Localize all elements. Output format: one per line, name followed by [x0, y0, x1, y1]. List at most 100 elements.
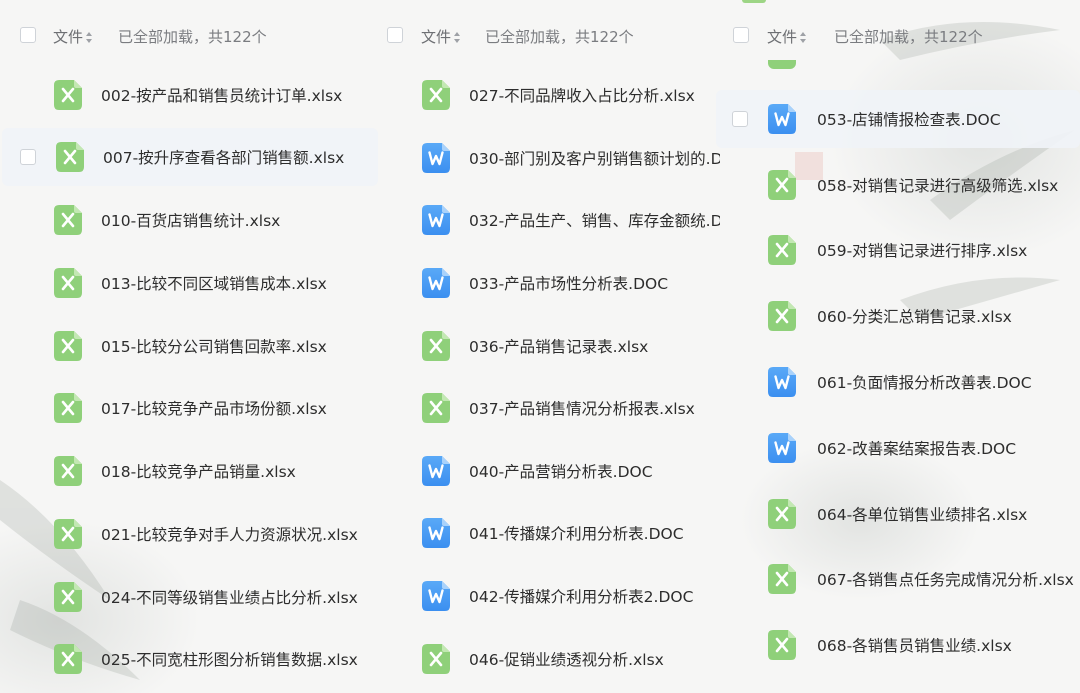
- file-row[interactable]: 062-改善案结案报告表.DOC: [716, 419, 1080, 477]
- excel-file-icon: [768, 630, 796, 660]
- file-row[interactable]: 060-分类汇总销售记录.xlsx: [716, 287, 1080, 345]
- file-row[interactable]: 013-比较不同区域销售成本.xlsx: [0, 254, 378, 312]
- excel-file-icon: [54, 644, 82, 674]
- file-row[interactable]: 059-对销售记录进行排序.xlsx: [716, 221, 1080, 279]
- file-name[interactable]: 025-不同宽柱形图分析销售数据.xlsx: [101, 648, 358, 670]
- file-row-checkbox[interactable]: [732, 111, 748, 127]
- file-row[interactable]: 041-传播媒介利用分析表.DOC: [378, 504, 720, 562]
- file-name[interactable]: 013-比较不同区域销售成本.xlsx: [101, 272, 327, 294]
- file-row[interactable]: 015-比较分公司销售回款率.xlsx: [0, 317, 378, 375]
- list-header: 文件 已全部加载，共122个: [378, 24, 720, 48]
- file-row[interactable]: 024-不同等级销售业绩占比分析.xlsx: [0, 568, 378, 626]
- file-row[interactable]: 021-比较竞争对手人力资源状况.xlsx: [0, 505, 378, 563]
- file-row[interactable]: 040-产品营销分析表.DOC: [378, 442, 720, 500]
- file-row[interactable]: 018-比较竞争产品销量.xlsx: [0, 442, 378, 500]
- file-row[interactable]: 037-产品销售情况分析报表.xlsx: [378, 379, 720, 437]
- file-name[interactable]: 007-按升序查看各部门销售额.xlsx: [103, 146, 344, 168]
- word-file-icon: [422, 581, 450, 611]
- excel-file-icon: [768, 564, 796, 594]
- file-row[interactable]: 025-不同宽柱形图分析销售数据.xlsx: [0, 630, 378, 688]
- sort-icon[interactable]: [86, 32, 93, 43]
- file-name[interactable]: 033-产品市场性分析表.DOC: [469, 272, 720, 294]
- file-row[interactable]: 030-部门别及客户别销售额计划的.DOC: [378, 129, 720, 187]
- excel-file-icon: [54, 268, 82, 298]
- file-row-checkbox[interactable]: [20, 149, 36, 165]
- file-row[interactable]: 042-传播媒介利用分析表2.DOC: [378, 567, 720, 625]
- list-header: 文件 已全部加载，共122个: [716, 24, 1080, 48]
- file-row[interactable]: 061-负面情报分析改善表.DOC: [716, 353, 1080, 411]
- file-name[interactable]: 032-产品生产、销售、库存金额统.DOC: [469, 209, 720, 231]
- file-name[interactable]: 068-各销售员销售业绩.xlsx: [817, 634, 1012, 656]
- file-name[interactable]: 040-产品营销分析表.DOC: [469, 460, 720, 482]
- file-name[interactable]: 010-百货店销售统计.xlsx: [101, 209, 280, 231]
- excel-file-icon: [422, 644, 450, 674]
- file-row[interactable]: 033-产品市场性分析表.DOC: [378, 254, 720, 312]
- file-row[interactable]: 064-各单位销售业绩排名.xlsx: [716, 485, 1080, 543]
- file-column-label: 文件: [421, 28, 452, 46]
- word-file-icon: [422, 268, 450, 298]
- excel-file-icon: [54, 456, 82, 486]
- file-row[interactable]: 053-店铺情报检查表.DOC: [716, 90, 1080, 148]
- file-name[interactable]: 036-产品销售记录表.xlsx: [469, 335, 720, 357]
- file-column-header[interactable]: 文件: [53, 26, 93, 47]
- file-name[interactable]: 059-对销售记录进行排序.xlsx: [817, 239, 1027, 261]
- sort-icon[interactable]: [800, 32, 807, 43]
- excel-file-icon: [54, 205, 82, 235]
- file-row[interactable]: 017-比较竞争产品市场份额.xlsx: [0, 379, 378, 437]
- word-file-icon: [422, 518, 450, 548]
- file-name[interactable]: 030-部门别及客户别销售额计划的.DOC: [469, 147, 720, 169]
- file-name[interactable]: 067-各销售点任务完成情况分析.xlsx: [817, 568, 1074, 590]
- file-row[interactable]: 058-对销售记录进行高级筛选.xlsx: [716, 156, 1080, 214]
- file-row[interactable]: 068-各销售员销售业绩.xlsx: [716, 616, 1080, 674]
- partial-file-icon: [768, 60, 796, 69]
- file-row[interactable]: 010-百货店销售统计.xlsx: [0, 191, 378, 249]
- file-name[interactable]: 017-比较竞争产品市场份额.xlsx: [101, 397, 327, 419]
- word-file-icon: [422, 205, 450, 235]
- load-status: 已全部加载，共122个: [118, 28, 267, 46]
- file-name[interactable]: 060-分类汇总销售记录.xlsx: [817, 305, 1012, 327]
- file-name[interactable]: 027-不同品牌收入占比分析.xlsx: [469, 84, 720, 106]
- file-name[interactable]: 058-对销售记录进行高级筛选.xlsx: [817, 174, 1058, 196]
- excel-file-icon: [54, 393, 82, 423]
- file-name[interactable]: 018-比较竞争产品销量.xlsx: [101, 460, 296, 482]
- file-row[interactable]: 027-不同品牌收入占比分析.xlsx: [378, 66, 720, 124]
- load-status: 已全部加载，共122个: [834, 28, 983, 46]
- word-file-icon: [768, 433, 796, 463]
- file-name[interactable]: 037-产品销售情况分析报表.xlsx: [469, 397, 720, 419]
- file-name[interactable]: 015-比较分公司销售回款率.xlsx: [101, 335, 327, 357]
- excel-file-icon: [768, 235, 796, 265]
- list-header: 文件 已全部加载，共122个: [0, 24, 378, 48]
- file-column-label: 文件: [767, 28, 798, 46]
- file-name[interactable]: 064-各单位销售业绩排名.xlsx: [817, 503, 1027, 525]
- file-row[interactable]: 007-按升序查看各部门销售额.xlsx: [2, 128, 378, 186]
- file-name[interactable]: 041-传播媒介利用分析表.DOC: [469, 522, 720, 544]
- file-row[interactable]: 067-各销售点任务完成情况分析.xlsx: [716, 550, 1080, 608]
- file-name[interactable]: 053-店铺情报检查表.DOC: [817, 108, 1001, 130]
- excel-file-icon: [54, 331, 82, 361]
- word-file-icon: [768, 104, 796, 134]
- file-column-header[interactable]: 文件: [421, 26, 461, 47]
- select-all-checkbox[interactable]: [387, 27, 403, 43]
- select-all-checkbox[interactable]: [733, 27, 749, 43]
- excel-file-icon: [54, 80, 82, 110]
- file-name[interactable]: 021-比较竞争对手人力资源状况.xlsx: [101, 523, 358, 545]
- excel-file-icon: [422, 393, 450, 423]
- file-column-header[interactable]: 文件: [767, 26, 807, 47]
- file-row[interactable]: 046-促销业绩透视分析.xlsx: [378, 630, 720, 688]
- sort-icon[interactable]: [454, 32, 461, 43]
- file-name[interactable]: 061-负面情报分析改善表.DOC: [817, 371, 1032, 393]
- file-name[interactable]: 042-传播媒介利用分析表2.DOC: [469, 585, 720, 607]
- file-row[interactable]: 002-按产品和销售员统计订单.xlsx: [0, 66, 378, 124]
- file-name[interactable]: 046-促销业绩透视分析.xlsx: [469, 648, 720, 670]
- file-name[interactable]: 024-不同等级销售业绩占比分析.xlsx: [101, 586, 358, 608]
- file-name[interactable]: 002-按产品和销售员统计订单.xlsx: [101, 84, 342, 106]
- partial-file-icon-top: [742, 0, 766, 3]
- select-all-checkbox[interactable]: [20, 27, 36, 43]
- file-name[interactable]: 062-改善案结案报告表.DOC: [817, 437, 1016, 459]
- file-column-label: 文件: [53, 28, 84, 46]
- excel-file-icon: [56, 142, 84, 172]
- word-file-icon: [768, 367, 796, 397]
- file-row[interactable]: 032-产品生产、销售、库存金额统.DOC: [378, 191, 720, 249]
- file-row[interactable]: 036-产品销售记录表.xlsx: [378, 317, 720, 375]
- load-status: 已全部加载，共122个: [485, 28, 634, 46]
